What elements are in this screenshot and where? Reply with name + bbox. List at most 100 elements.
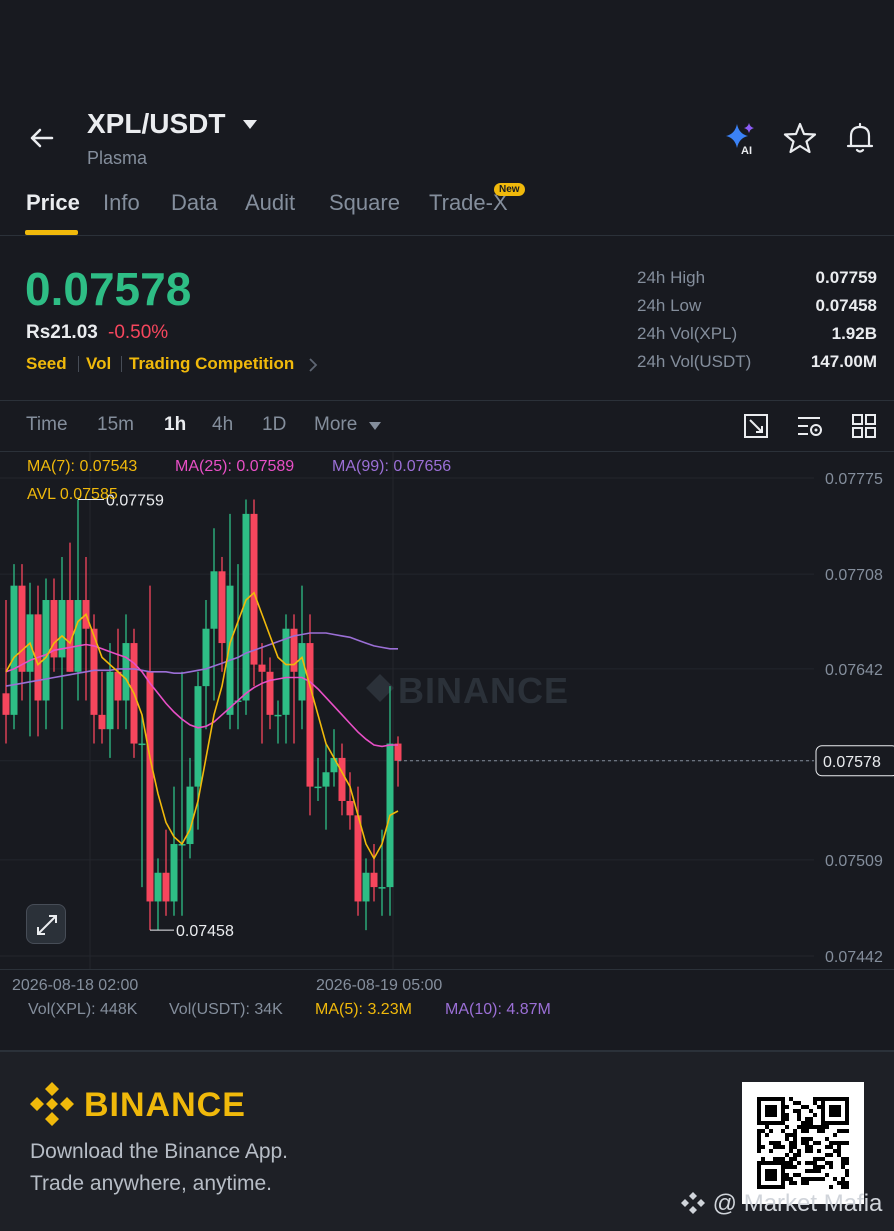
candle-body	[226, 585, 234, 715]
qr-module	[829, 1161, 833, 1165]
interval-more[interactable]: More	[314, 414, 357, 436]
tag-seed[interactable]: Seed	[26, 354, 67, 374]
qr-module	[817, 1157, 821, 1161]
qr-module	[805, 1121, 809, 1125]
interval-1h[interactable]: 1h	[164, 414, 186, 436]
qr-module	[801, 1129, 805, 1133]
tab-data[interactable]: Data	[171, 190, 217, 216]
candle-body	[338, 757, 346, 801]
tab-audit[interactable]: Audit	[245, 190, 295, 216]
qr-module	[785, 1177, 789, 1181]
qr-module	[809, 1137, 813, 1141]
qr-module	[825, 1145, 829, 1149]
qr-module	[841, 1185, 845, 1189]
qr-module	[825, 1161, 829, 1165]
expand-icon	[37, 915, 57, 935]
qr-module	[757, 1149, 761, 1153]
candle-body	[114, 671, 122, 701]
tab-price[interactable]: Price	[26, 190, 80, 216]
qr-module	[809, 1125, 813, 1129]
qr-module	[833, 1141, 837, 1145]
qr-module	[789, 1133, 793, 1137]
stat-value: 147.00M	[810, 352, 877, 371]
fullscreen-button[interactable]	[26, 904, 66, 944]
qr-module	[761, 1157, 765, 1161]
qr-module	[829, 1165, 833, 1169]
vol-ma10-legend: MA(10): 4.87M	[445, 1001, 551, 1018]
bell-icon[interactable]	[842, 120, 878, 156]
qr-module	[845, 1141, 849, 1145]
qr-module	[789, 1165, 793, 1169]
qr-module	[781, 1129, 785, 1133]
qr-module	[785, 1173, 789, 1177]
qr-module	[801, 1105, 805, 1109]
interval-1d[interactable]: 1D	[262, 414, 286, 436]
credit-text: @ Market Mafia	[712, 1190, 883, 1217]
ai-sparkle-icon[interactable]: AI	[722, 120, 758, 156]
new-badge: New	[494, 183, 525, 196]
layout-grid-icon[interactable]	[850, 412, 878, 440]
x-tick-label: 2026-08-18 02:00	[12, 977, 138, 992]
qr-module	[785, 1113, 789, 1117]
tag-trading-competition[interactable]: Trading Competition	[129, 354, 294, 374]
qr-module	[781, 1157, 785, 1161]
qr-finder	[765, 1169, 777, 1181]
tab-square[interactable]: Square	[329, 190, 400, 216]
last-price-tag-label: 0.07578	[823, 754, 881, 771]
qr-module	[841, 1161, 845, 1165]
qr-module	[797, 1101, 801, 1105]
star-icon[interactable]	[782, 120, 818, 156]
promo-footer: BINANCE Download the Binance App. Trade …	[0, 1050, 894, 1231]
candle-body	[346, 800, 354, 816]
candle-body	[250, 513, 258, 665]
qr-module	[809, 1161, 813, 1165]
chart-canvas[interactable]: BINANCE 0.07775 0.07708 0.07642 0.07509 0.07…	[0, 452, 894, 994]
chart-settings-icon[interactable]	[742, 412, 770, 440]
tab-info[interactable]: Info	[103, 190, 140, 216]
qr-module	[777, 1141, 781, 1145]
caret-down-icon[interactable]	[242, 118, 258, 130]
candlestick-chart[interactable]: BINANCE 0.07775 0.07708 0.07642 0.07509 0.07…	[0, 452, 894, 994]
tag-vol[interactable]: Vol	[86, 354, 111, 374]
back-arrow-icon[interactable]	[26, 122, 58, 154]
qr-module	[805, 1137, 809, 1141]
qr-module	[769, 1149, 773, 1153]
ma25-legend: MA(25): 0.07589	[175, 458, 295, 475]
y-tick-label: 0.07708	[825, 567, 883, 584]
qr-module	[809, 1169, 813, 1173]
vol-xpl-legend: Vol(XPL): 448K	[28, 1001, 138, 1018]
active-tab-indicator	[25, 230, 78, 235]
interval-15m[interactable]: 15m	[97, 414, 134, 436]
y-tick-label: 0.07442	[825, 949, 883, 966]
qr-module	[841, 1141, 845, 1145]
section-divider	[0, 400, 894, 401]
interval-time[interactable]: Time	[26, 414, 68, 436]
qr-module	[773, 1141, 777, 1145]
candle-body	[306, 643, 314, 787]
candle-body	[162, 872, 170, 902]
qr-module	[785, 1165, 789, 1169]
qr-module	[813, 1157, 817, 1161]
caret-down-icon[interactable]	[368, 421, 382, 431]
qr-module	[845, 1173, 849, 1177]
qr-module	[817, 1129, 821, 1133]
pair-title[interactable]: XPL/USDT	[87, 108, 225, 140]
qr-module	[821, 1125, 825, 1129]
candle-body	[202, 628, 210, 687]
interval-4h[interactable]: 4h	[212, 414, 233, 436]
fiat-price: Rs21.03	[26, 322, 98, 343]
qr-module	[797, 1153, 801, 1157]
qr-module	[785, 1133, 789, 1137]
qr-module	[781, 1145, 785, 1149]
chevron-right-icon[interactable]	[308, 358, 318, 372]
qr-module	[817, 1105, 821, 1109]
qr-module	[801, 1141, 805, 1145]
indicator-settings-icon[interactable]	[796, 412, 824, 440]
qr-module	[805, 1149, 809, 1153]
qr-module	[801, 1181, 805, 1185]
candle-body	[330, 757, 338, 773]
candle-body	[2, 693, 10, 715]
qr-module	[829, 1153, 833, 1157]
candle-body	[170, 844, 178, 902]
qr-module	[789, 1149, 793, 1153]
